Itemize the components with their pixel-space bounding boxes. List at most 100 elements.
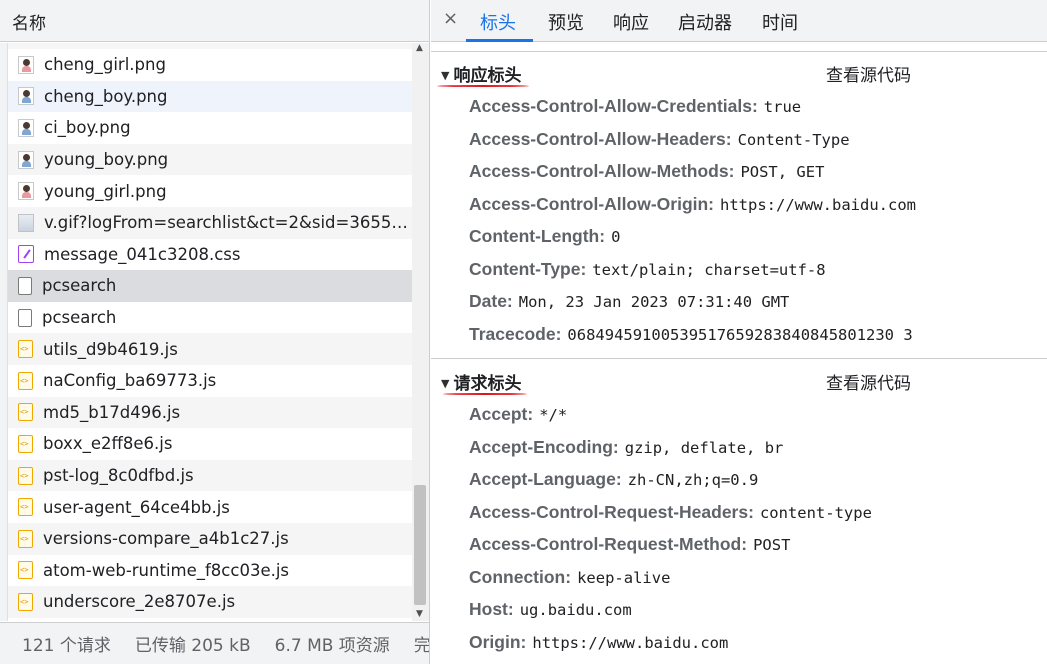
- request-count: 121 个请求: [22, 636, 111, 656]
- header-value[interactable]: Mon, 23 Jan 2023 07:31:40 GMT: [519, 293, 790, 311]
- header-row[interactable]: Origin: https://www.baidu.com: [469, 632, 728, 653]
- list-item[interactable]: user-agent_64ce4bb.js: [8, 491, 412, 523]
- list-item[interactable]: ci_boy.png: [8, 112, 412, 144]
- header-value[interactable]: zh-CN,zh;q=0.9: [628, 471, 759, 489]
- list-item[interactable]: cheng_girl.png: [8, 49, 412, 81]
- header-value[interactable]: */*: [539, 406, 567, 424]
- header-value[interactable]: 0: [611, 228, 620, 246]
- header-value[interactable]: gzip, deflate, br: [625, 439, 784, 457]
- name-column-header[interactable]: 名称: [0, 0, 429, 42]
- header-row[interactable]: Access-Control-Allow-Headers: Content-Typ…: [469, 129, 850, 150]
- list-item-name: pcsearch: [42, 308, 117, 328]
- network-status-bar: 121 个请求 已传输 205 kB 6.7 MB 项资源 完: [0, 622, 429, 664]
- list-item[interactable]: cheng_boy.png: [8, 80, 412, 113]
- header-name: Connection:: [469, 566, 572, 587]
- script-icon: [18, 529, 33, 548]
- list-item-name: pst-log_8c0dfbd.js: [43, 466, 194, 486]
- tab-response[interactable]: 响应: [613, 9, 649, 35]
- header-row[interactable]: Content-Type: text/plain; charset=utf-8: [469, 259, 826, 280]
- list-item-name: message_041c3208.css: [44, 244, 241, 264]
- header-value[interactable]: true: [764, 98, 801, 116]
- request-list: cheng_girl.png cheng_boy.png ci_boy.pngyou…: [7, 43, 412, 621]
- header-row[interactable]: Access-Control-Allow-Credentials: true: [469, 96, 801, 117]
- header-row[interactable]: Access-Control-Request-Method: POST: [469, 534, 790, 555]
- list-item-name: young_boy.png: [44, 150, 169, 170]
- script-icon: [18, 592, 33, 611]
- header-value[interactable]: https://www.baidu.com: [720, 196, 916, 214]
- gif-icon: [18, 213, 34, 232]
- list-item[interactable]: pcsearch: [8, 270, 412, 302]
- list-item[interactable]: atom-web-runtime_f8cc03e.js: [8, 555, 412, 587]
- header-row[interactable]: Access-Control-Allow-Origin: https://www.…: [469, 194, 916, 215]
- request-details-pane: × 标头 预览 响应 启动器 时间 ▼ 响应标头 查看源代码 Access-Con…: [431, 0, 1047, 664]
- scroll-up-arrow-icon[interactable]: ▲: [416, 43, 423, 53]
- header-name: Accept-Language:: [469, 469, 622, 489]
- list-item[interactable]: utils_d9b4619.js: [8, 333, 412, 365]
- header-row[interactable]: Connection: keep-alive: [469, 567, 670, 588]
- list-item[interactable]: versions-compare_a4b1c27.js: [8, 522, 412, 555]
- expand-triangle-icon: ▼: [441, 377, 450, 390]
- header-name: Access-Control-Allow-Methods:: [469, 161, 735, 181]
- list-item[interactable]: young_boy.png: [8, 143, 412, 176]
- header-name: Access-Control-Allow-Origin:: [469, 193, 715, 214]
- list-item-name: cheng_boy.png: [44, 86, 168, 106]
- list-item-name: versions-compare_a4b1c27.js: [43, 529, 289, 549]
- header-value[interactable]: POST, GET: [740, 163, 824, 181]
- request-headers-title: 请求标头: [453, 374, 522, 394]
- response-view-source-link[interactable]: 查看源代码: [826, 61, 911, 86]
- response-headers-toggle[interactable]: ▼ 响应标头: [441, 61, 521, 86]
- list-item[interactable]: young_girl.png: [8, 175, 412, 207]
- header-row[interactable]: Date: Mon, 23 Jan 2023 07:31:40 GMT: [469, 291, 789, 312]
- tab-initiator[interactable]: 启动器: [678, 9, 732, 35]
- header-value[interactable]: keep-alive: [577, 569, 670, 587]
- list-item[interactable]: pst-log_8c0dfbd.js: [8, 459, 412, 492]
- document-icon: [18, 276, 32, 295]
- header-row[interactable]: Host: ug.baidu.com: [469, 599, 632, 620]
- scrollbar-thumb[interactable]: [414, 485, 426, 605]
- response-headers-title: 响应标头: [453, 66, 522, 86]
- header-value[interactable]: content-type: [760, 504, 872, 522]
- header-name: Date:: [469, 291, 513, 311]
- close-details-icon[interactable]: ×: [443, 8, 458, 29]
- header-row[interactable]: Tracecode: 068494591005395176592838408458…: [469, 324, 913, 345]
- header-row[interactable]: Access-Control-Allow-Methods: POST, GET: [469, 161, 824, 182]
- header-name: Accept:: [469, 404, 534, 424]
- list-item[interactable]: md5_b17d496.js: [8, 396, 412, 429]
- header-name: Access-Control-Request-Headers:: [469, 501, 754, 522]
- list-item[interactable]: underscore_2e8707e.js: [8, 586, 412, 618]
- header-value[interactable]: ug.baidu.com: [520, 601, 632, 619]
- header-value[interactable]: Content-Type: [738, 131, 850, 149]
- header-value[interactable]: text/plain; charset=utf-8: [592, 261, 825, 279]
- resources-size: 6.7 MB 项资源: [274, 636, 390, 656]
- header-row[interactable]: Accept: */*: [469, 404, 567, 425]
- tab-timing[interactable]: 时间: [762, 9, 798, 35]
- header-name: Host:: [469, 599, 514, 619]
- tab-preview[interactable]: 预览: [548, 9, 584, 35]
- list-item[interactable]: naConfig_ba69773.js: [8, 365, 412, 397]
- header-value[interactable]: POST: [753, 536, 790, 554]
- header-value[interactable]: https://www.baidu.com: [532, 634, 728, 652]
- request-view-source-link[interactable]: 查看源代码: [826, 369, 911, 394]
- transferred-size: 已传输 205 kB: [134, 636, 251, 656]
- image-icon: [18, 150, 34, 169]
- list-item[interactable]: boxx_e2ff8e6.js: [8, 428, 412, 460]
- scroll-down-arrow-icon[interactable]: ▼: [416, 609, 423, 619]
- request-list-scrollbar[interactable]: ▲ ▼: [412, 43, 429, 621]
- header-row[interactable]: Access-Control-Request-Headers: content-t…: [469, 502, 872, 523]
- header-row[interactable]: Accept-Language: zh-CN,zh;q=0.9: [469, 469, 758, 490]
- script-icon: [18, 466, 33, 485]
- header-row[interactable]: Content-Length: 0: [469, 226, 620, 247]
- list-item[interactable]: v.gif?logFrom=searchlist&ct=2&sid=36559_…: [8, 206, 412, 239]
- section-divider: [431, 51, 1047, 52]
- tab-headers[interactable]: 标头: [480, 9, 516, 35]
- list-item-name: underscore_2e8707e.js: [43, 592, 236, 612]
- red-annotation-underline: [437, 85, 529, 87]
- list-item-name: md5_b17d496.js: [43, 402, 181, 422]
- script-icon: [18, 498, 33, 517]
- list-item[interactable]: pcsearch: [8, 302, 412, 334]
- header-value[interactable]: 06849459100539517659283840845801230 3: [567, 326, 912, 344]
- list-left-gutter: [0, 43, 7, 621]
- header-row[interactable]: Accept-Encoding: gzip, deflate, br: [469, 437, 783, 458]
- list-item[interactable]: message_041c3208.css: [8, 239, 412, 271]
- request-headers-toggle[interactable]: ▼ 请求标头: [441, 369, 521, 394]
